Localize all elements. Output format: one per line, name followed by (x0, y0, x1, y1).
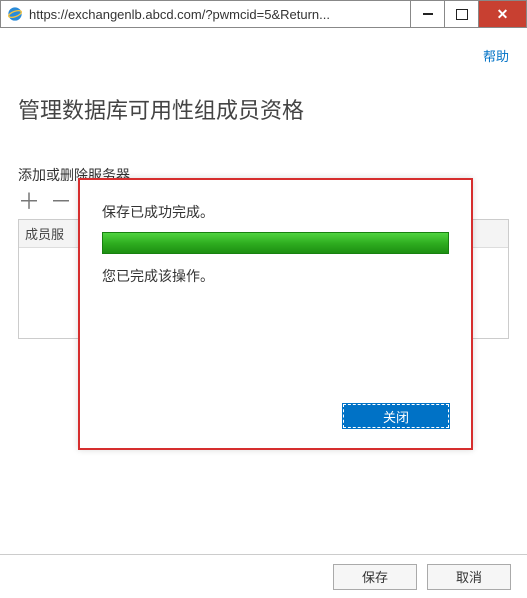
dialog-done-text: 您已完成该操作。 (102, 266, 449, 286)
footer-bar: 保存 取消 (0, 554, 527, 598)
dialog-status-text: 保存已成功完成。 (102, 202, 449, 222)
remove-server-button[interactable]: － (50, 191, 72, 213)
window-titlebar: https://exchangenlb.abcd.com/?pwmcid=5&R… (0, 0, 527, 28)
save-complete-dialog: 保存已成功完成。 您已完成该操作。 关闭 (78, 178, 473, 450)
dialog-close-button[interactable]: 关闭 (343, 404, 449, 428)
help-link[interactable]: 帮助 (483, 46, 509, 65)
window-url: https://exchangenlb.abcd.com/?pwmcid=5&R… (29, 7, 410, 22)
window-close-button[interactable] (478, 1, 526, 27)
cancel-button[interactable]: 取消 (427, 564, 511, 590)
maximize-button[interactable] (444, 1, 478, 27)
page-title: 管理数据库可用性组成员资格 (18, 93, 509, 125)
window-buttons (410, 1, 526, 27)
progress-bar (102, 232, 449, 254)
save-button[interactable]: 保存 (333, 564, 417, 590)
ie-icon (7, 6, 23, 22)
add-server-button[interactable]: ＋ (18, 191, 40, 213)
minimize-button[interactable] (410, 1, 444, 27)
